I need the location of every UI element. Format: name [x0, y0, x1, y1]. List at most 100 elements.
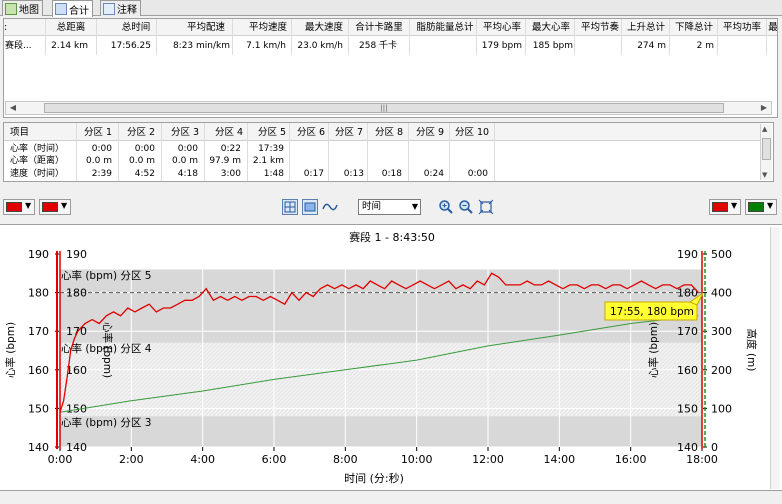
zones-header-10[interactable]: 分区 10 [450, 126, 494, 139]
column-divider [669, 19, 670, 55]
zones-header-3[interactable]: 分区 3 [165, 126, 205, 139]
note-icon [103, 2, 115, 15]
summary-header-14[interactable]: 最 [767, 21, 777, 34]
zones-vertical-scrollbar[interactable]: ▲ ▼ [760, 124, 772, 180]
summary-header-fat[interactable]: 脂肪能量总计 [411, 21, 479, 34]
zones-header-9[interactable]: 分区 9 [410, 126, 450, 139]
y-left-tick-label: 180 [28, 287, 49, 300]
tab-summary-label: 合计 [69, 5, 89, 17]
x-tick-label: 0:00 [48, 453, 73, 466]
summary-header-cadence[interactable]: 平均节奏 [576, 21, 624, 34]
tab-notes-label: 注释 [117, 5, 137, 16]
summary-header-calories[interactable]: 合计卡路里 [350, 21, 408, 34]
right-axis-color-picker-2[interactable]: ▼ [745, 199, 777, 215]
scroll-up-icon[interactable]: ▲ [762, 125, 767, 133]
summary-header-max-hr[interactable]: 最大心率 [527, 21, 575, 34]
zones-header-2[interactable]: 分区 2 [121, 126, 161, 139]
summary-header-ascent[interactable]: 上升总计 [622, 21, 670, 34]
summary-header-descent[interactable]: 下降总计 [670, 21, 718, 34]
tab-map[interactable]: 地图 [2, 0, 43, 16]
zones-cell: 1:48 [263, 169, 284, 179]
zones-cell: 4:18 [177, 169, 198, 179]
left-axis-color-picker[interactable]: ▼ [3, 199, 35, 215]
tab-notes[interactable]: 注释 [100, 0, 141, 16]
column-divider [291, 19, 292, 55]
zones-header-7[interactable]: 分区 7 [329, 126, 369, 139]
zones-cell: 2.1 km [252, 156, 284, 166]
tab-summary[interactable]: 合计 [52, 0, 93, 17]
x-tick-label: 14:00 [543, 453, 575, 466]
chart-vertical-scrollbar[interactable] [770, 227, 780, 489]
y-left-tick-label: 160 [28, 364, 49, 377]
y-axis-label-right: 高度 (m) [745, 329, 758, 372]
y-axis-label-right-inner: 心率 (bpm) [647, 322, 660, 378]
chevron-down-icon: ▼ [411, 202, 418, 211]
x-tick-label: 16:00 [615, 453, 647, 466]
y-right-tick-label: 300 [711, 325, 732, 338]
scroll-down-icon[interactable]: ▼ [762, 171, 767, 179]
color-swatch [6, 202, 22, 212]
heart-rate-chart[interactable]: 赛段 1 - 8:43:50 心率 (bpm) 分区 5 心率 (bpm) 分区… [0, 225, 782, 490]
zone-label-3: 心率 (bpm) 分区 3 [61, 416, 151, 429]
tab-map-label: 地图 [19, 5, 39, 16]
zones-header-8[interactable]: 分区 8 [369, 126, 409, 139]
column-divider [766, 19, 767, 55]
zone-band [60, 342, 702, 417]
zones-header-1[interactable]: 分区 1 [78, 126, 118, 139]
summary-header-pace[interactable]: 平均配速 [174, 21, 238, 34]
summary-header-max-speed[interactable]: 最大速度 [296, 21, 352, 34]
zones-header-5[interactable]: 分区 5 [252, 126, 292, 139]
zones-cell-label: 速度（时间） [10, 169, 65, 179]
y-right-tick-label: 500 [711, 248, 732, 261]
y-right-inner-tick-label: 170 [677, 325, 698, 338]
y-axis-label-left: 心率 (bpm) [4, 322, 17, 378]
grid-lines-icon[interactable] [282, 199, 298, 215]
summary-header-time[interactable]: 总时间 [106, 21, 166, 34]
column-divider [289, 123, 290, 181]
summary-header-distance[interactable]: 总距离 [46, 21, 96, 34]
scrollbar-thumb[interactable] [762, 138, 771, 160]
column-divider [621, 19, 622, 55]
zones-header-6[interactable]: 分区 6 [291, 126, 331, 139]
summary-horizontal-scrollbar[interactable]: ◀ ||| ▶ [5, 101, 772, 115]
smooth-line-icon[interactable] [322, 199, 338, 215]
summary-cell-pace: 8:23 min/km [172, 41, 230, 51]
column-divider [76, 123, 77, 181]
zones-cell: 0:00 [134, 144, 155, 154]
summary-header-0[interactable]: : [4, 21, 34, 34]
zones-cell-label: 心率（距离） [10, 156, 65, 166]
zoom-in-icon[interactable] [438, 199, 454, 215]
color-swatch [42, 202, 58, 212]
zones-cell-label: 心率（时间） [10, 144, 65, 154]
summary-cell-distance: 2.14 km [51, 41, 88, 51]
scroll-left-icon[interactable]: ◀ [6, 102, 20, 114]
x-tick-label: 6:00 [262, 453, 287, 466]
summary-header-power[interactable]: 平均功率 [719, 21, 765, 34]
scroll-right-icon[interactable]: ▶ [757, 102, 771, 114]
map-icon [5, 2, 17, 15]
column-divider [118, 123, 119, 181]
chevron-down-icon: ▼ [25, 201, 32, 210]
zones-cell: 0.0 m [86, 156, 112, 166]
x-axis-select[interactable]: 时间 ▼ [358, 199, 421, 215]
y-right-tick-label: 400 [711, 287, 732, 300]
column-divider [247, 123, 248, 181]
summary-header-speed[interactable]: 平均速度 [240, 21, 296, 34]
zones-header-item[interactable]: 项目 [10, 126, 66, 139]
y-right-tick-label: 100 [711, 402, 732, 415]
fit-to-view-icon[interactable] [478, 199, 494, 215]
left-axis-color-picker-2[interactable]: ▼ [39, 199, 71, 215]
zoom-out-icon[interactable] [458, 199, 474, 215]
zones-header-4[interactable]: 分区 4 [209, 126, 249, 139]
summary-header-avg-hr[interactable]: 平均心率 [478, 21, 526, 34]
column-divider [717, 19, 718, 55]
summary-cell-max-hr: 185 bpm [532, 41, 573, 51]
column-divider [232, 19, 233, 55]
summary-cell-speed: 7.1 km/h [246, 41, 286, 51]
scrollbar-thumb[interactable]: ||| [44, 103, 724, 113]
column-divider [348, 19, 349, 55]
summary-table-header: : 总距离 总时间 平均配速 平均速度 最大速度 合计卡路里 脂肪能量总计 平均… [4, 19, 777, 36]
right-axis-color-picker[interactable]: ▼ [709, 199, 741, 215]
fill-area-icon[interactable] [302, 199, 318, 215]
summary-cell-ascent: 274 m [637, 41, 666, 51]
